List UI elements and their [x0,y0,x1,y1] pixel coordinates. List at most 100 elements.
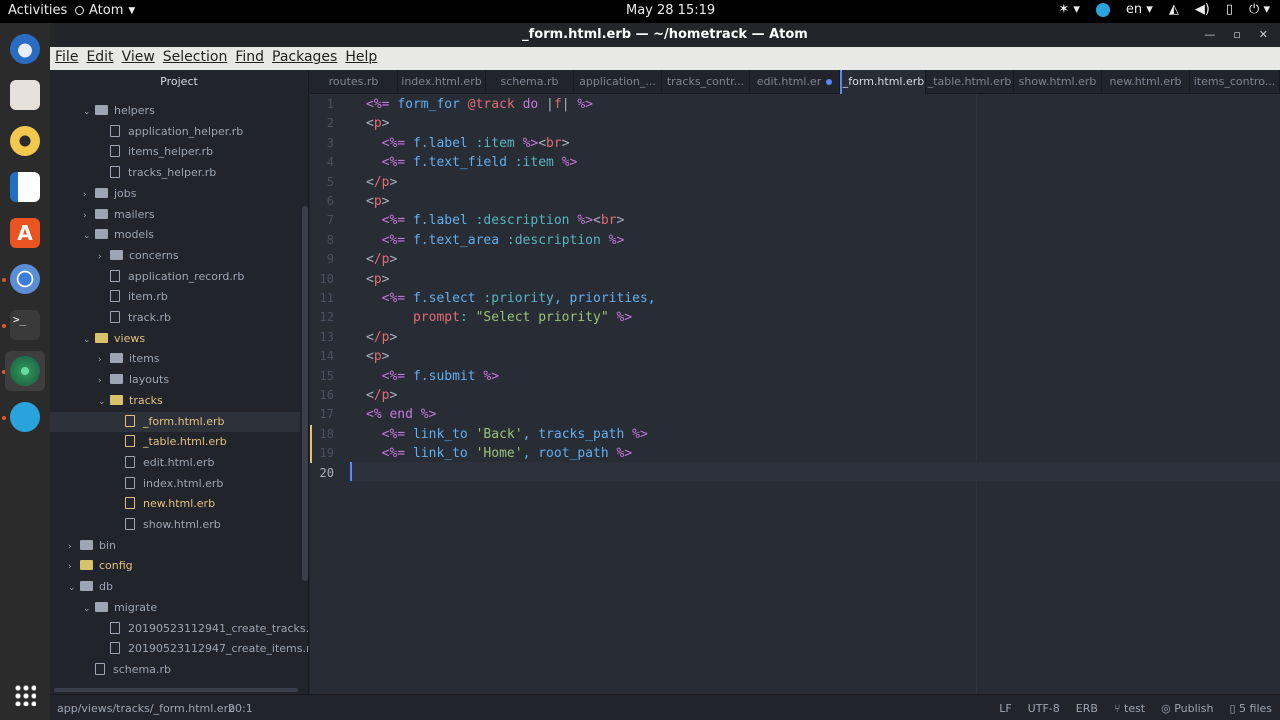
tree-file[interactable]: application_record.rb [50,267,244,287]
dock-telegram[interactable] [5,397,45,437]
tree-file[interactable]: _table.html.erb [50,432,227,452]
status-branch[interactable]: ⑂ test [1114,702,1145,715]
battery-icon[interactable]: ▯ [1226,2,1233,17]
menu-file[interactable]: File [51,47,82,70]
tree-file[interactable]: tracks_helper.rb [50,163,216,183]
window-titlebar[interactable]: _form.html.erb — ~/hometrack — Atom — ▫ … [50,23,1280,47]
menu-help[interactable]: Help [341,47,381,70]
tree-scrollbar[interactable] [302,206,308,581]
show-applications-button[interactable] [5,675,45,715]
tree-file[interactable]: edit.html.erb [50,453,214,473]
menu-packages[interactable]: Packages [268,47,341,70]
tree-item-label: _table.html.erb [143,435,227,449]
tree-item-label: item.rb [128,290,168,304]
tree-file[interactable]: index.html.erb [50,474,223,494]
menu-edit[interactable]: Edit [82,47,117,70]
dock-thunderbird[interactable] [5,29,45,69]
code-line: <%= f.text_field :item %> [381,155,578,171]
minimize-icon[interactable]: — [1204,23,1215,47]
language-label: en [1125,2,1143,17]
code-editor[interactable]: 1 2 3 4 5 6 7 8 9 10 11 12 13 14 15 16 17 18 19 20 <%= form… [310,94,1280,694]
tree-row-content: items_helper.rb [50,145,213,158]
editor-tab[interactable]: new.html.erb [1102,70,1190,94]
editor-tab[interactable]: _form.html.erb [840,70,926,94]
project-tree[interactable]: Project ⌄ helpers application_helper.rb ite… [50,70,309,694]
tree-folder[interactable]: › concerns [50,246,179,266]
dock-rhythmbox[interactable] [5,121,45,161]
wifi-icon[interactable]: ◭ [1169,2,1179,17]
maximize-icon[interactable]: ▫ [1233,23,1240,47]
status-encoding[interactable]: UTF-8 [1028,702,1060,715]
editor-tab[interactable]: show.html.erb [1014,70,1102,94]
status-line-ending[interactable]: LF [999,702,1011,715]
tree-folder[interactable]: ⌄ tracks [50,391,163,411]
tree-folder[interactable]: › config [50,556,133,576]
status-publish[interactable]: ◎ Publish [1161,702,1213,715]
dock-software[interactable]: A [5,213,45,253]
app-menu-label: Atom [89,3,124,18]
status-grammar[interactable]: ERB [1076,702,1098,715]
menu-selection[interactable]: Selection [159,47,232,70]
tree-folder[interactable]: › mailers [50,205,155,225]
menu-view[interactable]: View [118,47,159,70]
tree-file[interactable]: 20190523112941_create_tracks.rb [50,619,308,639]
tree-item-label: tracks_helper.rb [128,166,217,180]
tree-file[interactable]: application_helper.rb [50,122,243,142]
status-file-path[interactable]: app/views/tracks/_form.html.erb [57,702,235,715]
tree-folder[interactable]: ⌄ helpers [50,101,155,121]
tree-folder[interactable]: › items [50,349,160,369]
editor-tab[interactable]: edit.html.er [750,70,840,94]
dock-chromium[interactable] [5,259,45,299]
line-number-gutter[interactable]: 1 2 3 4 5 6 7 8 9 10 11 12 13 14 15 16 17 18 19 20 [310,94,350,694]
editor-tab[interactable]: items_contro... [1190,70,1280,94]
status-cursor-position[interactable]: 20:1 [228,702,253,715]
editor-tab[interactable]: schema.rb [486,70,574,94]
tree-horizontal-scrollbar[interactable] [54,688,298,692]
dock-atom[interactable] [5,351,45,391]
tree-folder[interactable]: ⌄ db [50,577,113,597]
folder-icon [80,539,93,550]
activities-button[interactable]: Activities [8,3,67,18]
tree-file[interactable]: item.rb [50,287,168,307]
tree-row-content: › layouts [50,373,169,386]
files-label: 5 files [1239,702,1272,715]
tree-file[interactable]: _form.html.erb [50,411,300,432]
dock-writer[interactable] [5,167,45,207]
tree-file[interactable]: show.html.erb [50,515,221,535]
tree-folder[interactable]: › bin [50,536,116,556]
telegram-tray-icon[interactable] [1095,2,1110,17]
tree-file[interactable]: items_helper.rb [50,142,213,162]
folder-icon [110,353,123,364]
close-icon[interactable]: ✕ [1259,23,1268,47]
dock-terminal[interactable]: >_ [5,305,45,345]
tree-folder[interactable]: › layouts [50,370,169,390]
tree-row-content: new.html.erb [50,497,215,510]
tree-file[interactable]: schema.rb [50,660,171,680]
editor-tab[interactable]: routes.rb [310,70,398,94]
folder-icon [95,187,108,198]
tree-file[interactable]: 20190523112947_create_items.rb [50,639,308,659]
tree-folder[interactable]: ⌄ models [50,225,154,245]
clock[interactable]: May 28 15:19 [626,3,715,18]
editor-tab[interactable]: application_... [574,70,662,94]
tree-folder[interactable]: › jobs [50,184,137,204]
power-menu-icon[interactable]: ⏻ ▾ [1249,2,1270,17]
language-indicator[interactable]: en ▾ [1126,2,1153,17]
tab-label: edit.html.er [756,75,822,88]
editor-tab[interactable]: _table.html.erb [926,70,1014,94]
volume-icon[interactable]: ◀) [1195,2,1210,17]
app-menu[interactable]: Atom ▼ [75,3,135,18]
tree-folder[interactable]: ⌄ views [50,329,145,349]
menu-find[interactable]: Find [231,47,268,70]
editor-tab[interactable]: tracks_contr... [662,70,750,94]
accessibility-icon[interactable]: ✶ ▾ [1058,2,1080,17]
status-git-files[interactable]: ▯ 5 files [1229,702,1272,715]
file-icon [125,414,135,427]
editor-tab[interactable]: index.html.erb [398,70,486,94]
dock-files[interactable] [5,75,45,115]
tree-file[interactable]: track.rb [50,308,171,328]
tree-item-label: config [99,559,133,573]
tree-file[interactable]: new.html.erb [50,494,215,514]
tree-folder[interactable]: ⌄ migrate [50,598,157,618]
folder-icon [95,332,108,343]
